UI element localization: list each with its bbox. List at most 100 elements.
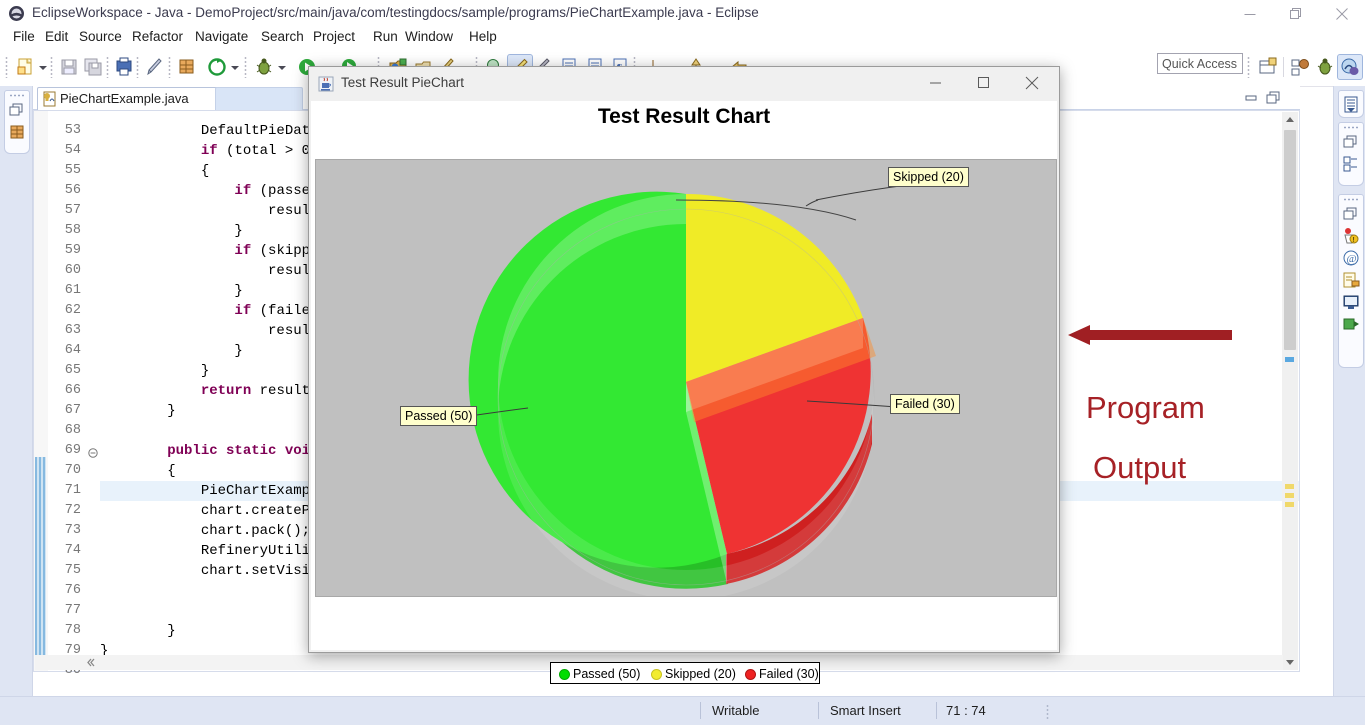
dialog-close-button[interactable] (1009, 67, 1055, 99)
new-java-package-button[interactable] (175, 55, 199, 79)
minimize-editor-button[interactable] (1244, 90, 1260, 106)
menu-file[interactable]: File (8, 27, 40, 47)
code-line[interactable]: return result; (100, 381, 318, 401)
javadoc-view-icon[interactable]: @ (1342, 249, 1360, 267)
line-number: 54 (51, 141, 81, 161)
new-wizard-dropdown[interactable] (38, 63, 47, 72)
scrollbar-thumb[interactable] (1284, 130, 1296, 350)
folding-bar[interactable] (86, 111, 100, 671)
quick-access-input[interactable]: Quick Access (1157, 53, 1243, 74)
toolbar-grip[interactable] (5, 56, 8, 78)
views-group-grip[interactable] (1343, 198, 1359, 201)
menu-navigate[interactable]: Navigate (190, 27, 253, 47)
task-list-icon[interactable] (1342, 155, 1360, 173)
menu-refactor[interactable]: Refactor (127, 27, 188, 47)
toolbar-grip-2[interactable] (50, 56, 53, 78)
line-number: 69 (51, 441, 81, 461)
menu-edit[interactable]: Edit (40, 27, 73, 47)
line-number: 56 (51, 181, 81, 201)
window-restore-button[interactable] (1273, 0, 1319, 27)
dialog-maximize-button[interactable] (961, 67, 1007, 99)
toolbar-grip-6[interactable] (244, 56, 247, 78)
declaration-view-icon[interactable] (1342, 271, 1360, 289)
tab-piechartexample-java[interactable]: PieChartExample.java (37, 87, 243, 110)
menu-help[interactable]: Help (464, 27, 502, 47)
code-line[interactable]: chart.createPie (100, 501, 327, 521)
save-all-button[interactable] (81, 55, 105, 79)
legend-label-failed: Failed (30) (759, 665, 819, 683)
code-line[interactable]: PieChartExample (100, 481, 327, 501)
code-line[interactable]: RefineryUtiliti (100, 541, 327, 561)
code-line[interactable]: result. (100, 201, 327, 221)
java-browsing-perspective-button[interactable] (1288, 55, 1312, 79)
debug-button[interactable] (252, 55, 276, 79)
code-line[interactable]: if (skipped (100, 241, 327, 261)
toggle-mark-occurrences-button[interactable] (143, 55, 167, 79)
menu-run[interactable]: Run (368, 27, 403, 47)
code-line[interactable]: result. (100, 261, 327, 281)
code-line[interactable]: } (100, 281, 243, 301)
outline-group (1338, 90, 1364, 118)
window-close-button[interactable] (1319, 0, 1365, 27)
legend-dot-skipped (651, 669, 662, 680)
toolbar-grip-5[interactable] (168, 56, 171, 78)
fast-view-grip[interactable] (9, 94, 25, 97)
code-line[interactable]: result. (100, 321, 327, 341)
line-number: 63 (51, 321, 81, 341)
code-line[interactable]: if (failed (100, 301, 327, 321)
java-perspective-button[interactable] (1338, 55, 1362, 79)
package-explorer-icon[interactable] (8, 123, 26, 141)
code-line[interactable]: if (passed (100, 181, 327, 201)
print-button[interactable] (112, 55, 136, 79)
code-line[interactable]: } (100, 621, 176, 641)
marker-bar[interactable] (34, 111, 49, 671)
menu-window[interactable]: Window (400, 27, 458, 47)
save-button[interactable] (57, 55, 81, 79)
code-line[interactable]: { (100, 461, 176, 481)
status-bar: Writable Smart Insert 71 : 74 (0, 696, 1365, 725)
open-perspective-button[interactable] (1256, 55, 1280, 79)
code-line[interactable]: if (total > 0) (100, 141, 318, 161)
code-line[interactable]: } (100, 221, 243, 241)
task-group-grip[interactable] (1343, 126, 1359, 129)
external-tools-dropdown[interactable] (230, 63, 239, 72)
maximize-editor-button[interactable] (1266, 90, 1282, 106)
code-line[interactable]: } (100, 341, 243, 361)
status-grip[interactable] (1046, 704, 1049, 719)
code-line[interactable]: } (100, 361, 209, 381)
editor-vertical-scrollbar[interactable] (1282, 112, 1298, 670)
code-line[interactable]: chart.setVisibl (100, 561, 327, 581)
restore-task-view-icon[interactable] (1342, 133, 1360, 151)
debug-perspective-button[interactable] (1313, 55, 1337, 79)
line-number: 75 (51, 561, 81, 581)
external-tools-button[interactable] (205, 55, 229, 79)
code-line[interactable]: public static void (100, 441, 327, 461)
toolbar-grip-4[interactable] (136, 56, 139, 78)
code-line[interactable]: { (100, 161, 209, 181)
new-wizard-button[interactable] (14, 55, 38, 79)
menu-project[interactable]: Project (308, 27, 360, 47)
code-line[interactable]: DefaultPieDatas (100, 121, 327, 141)
fold-toggle-icon[interactable] (88, 446, 98, 456)
menu-source[interactable]: Source (74, 27, 127, 47)
servers-view-icon[interactable] (1342, 315, 1360, 333)
toolbar-grip-3[interactable] (106, 56, 109, 78)
toolbar-grip-right[interactable] (1247, 56, 1250, 78)
restore-view-icon[interactable] (8, 101, 26, 119)
problems-view-icon[interactable]: ! (1342, 227, 1360, 245)
tab-spacer (215, 87, 303, 110)
code-line[interactable]: } (100, 401, 176, 421)
scroll-up-icon[interactable] (1282, 112, 1298, 128)
scroll-left-icon[interactable] (83, 655, 99, 670)
menu-search[interactable]: Search (256, 27, 309, 47)
eclipse-application-window: EclipseWorkspace - Java - DemoProject/sr… (0, 0, 1365, 724)
outline-view-icon[interactable] (1342, 95, 1360, 113)
line-number: 64 (51, 341, 81, 361)
debug-dropdown[interactable] (277, 63, 286, 72)
scroll-down-icon[interactable] (1282, 654, 1298, 670)
console-view-icon[interactable] (1342, 293, 1360, 311)
restore-views-icon[interactable] (1342, 205, 1360, 223)
dialog-minimize-button[interactable] (913, 67, 959, 99)
window-minimize-button[interactable] (1227, 0, 1273, 27)
code-line[interactable]: chart.pack(); (100, 521, 310, 541)
